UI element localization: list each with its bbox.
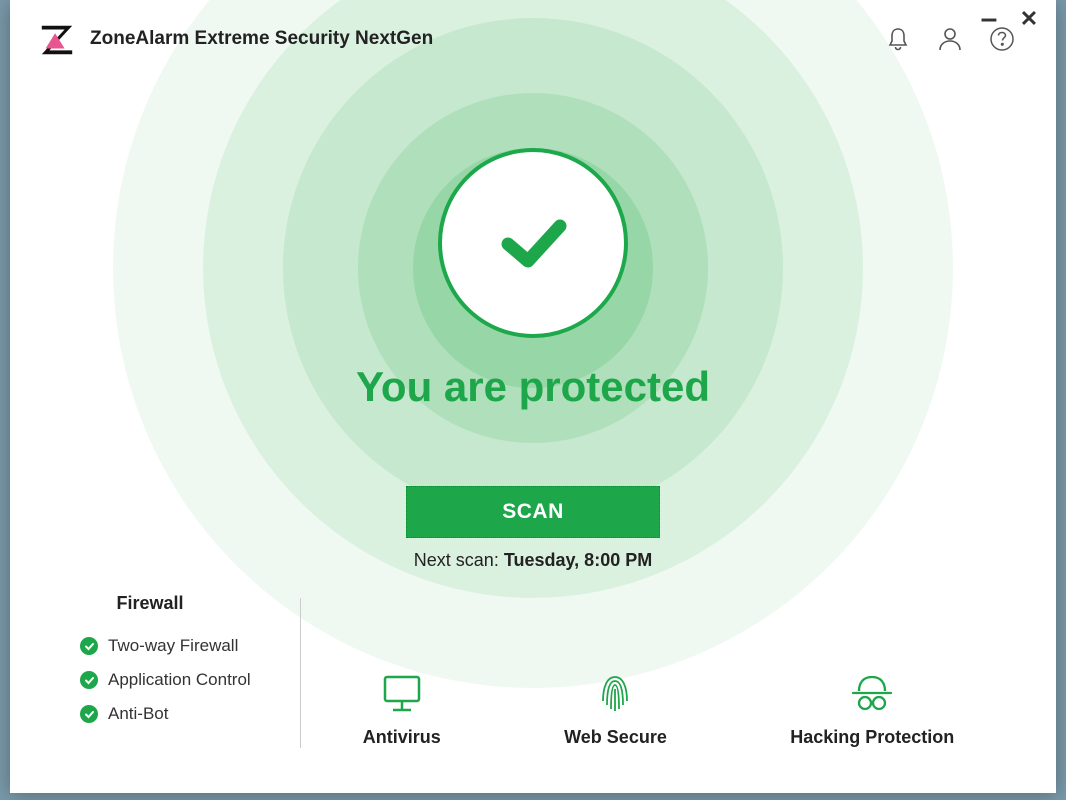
account-button[interactable]	[934, 23, 966, 55]
zonealarm-logo-icon	[38, 20, 76, 58]
app-title: ZoneAlarm Extreme Security NextGen	[90, 28, 433, 50]
close-button[interactable]: ✕	[1020, 10, 1038, 28]
antivirus-section[interactable]: Antivirus	[363, 673, 441, 748]
app-window: – ✕ ZoneAlarm Extreme Security NextGen	[10, 0, 1056, 793]
status-badge	[438, 148, 628, 338]
firewall-item: Two-way Firewall	[80, 636, 300, 656]
web-secure-section[interactable]: Web Secure	[564, 671, 667, 748]
checkmark-icon	[488, 198, 578, 288]
next-scan-text: Next scan: Tuesday, 8:00 PM	[10, 550, 1056, 571]
hacking-protection-label: Hacking Protection	[790, 727, 954, 748]
firewall-item: Anti-Bot	[80, 704, 300, 724]
status-ripples	[113, 0, 953, 688]
firewall-section[interactable]: Firewall Two-way Firewall Application Co…	[80, 593, 300, 748]
user-icon	[937, 26, 963, 52]
firewall-item-label: Two-way Firewall	[108, 636, 238, 656]
next-scan-value: Tuesday, 8:00 PM	[504, 550, 652, 570]
antivirus-label: Antivirus	[363, 727, 441, 748]
check-icon	[80, 637, 98, 655]
monitor-icon	[379, 673, 425, 715]
bell-icon	[886, 26, 910, 52]
notifications-button[interactable]	[882, 23, 914, 55]
spy-icon	[849, 671, 895, 715]
firewall-item-label: Application Control	[108, 670, 251, 690]
check-icon	[80, 705, 98, 723]
firewall-item: Application Control	[80, 670, 300, 690]
fingerprint-icon	[595, 671, 635, 715]
app-logo: ZoneAlarm Extreme Security NextGen	[38, 20, 433, 58]
firewall-title: Firewall	[80, 593, 220, 614]
status-headline: You are protected	[10, 363, 1056, 411]
web-secure-label: Web Secure	[564, 727, 667, 748]
titlebar: ZoneAlarm Extreme Security NextGen	[10, 0, 1056, 58]
firewall-item-label: Anti-Bot	[108, 704, 168, 724]
next-scan-label: Next scan:	[414, 550, 504, 570]
hacking-protection-section[interactable]: Hacking Protection	[790, 671, 954, 748]
scan-button[interactable]: SCAN	[406, 486, 660, 538]
check-icon	[80, 671, 98, 689]
minimize-button[interactable]: –	[980, 10, 998, 28]
